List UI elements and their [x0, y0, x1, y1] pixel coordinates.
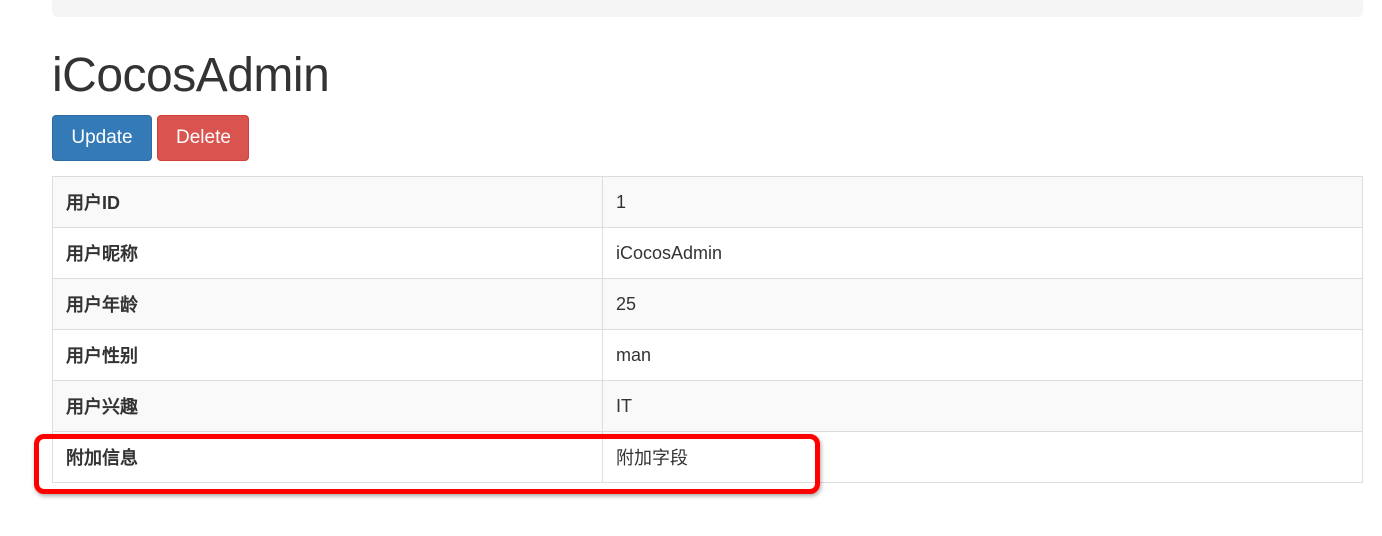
row-label-age: 用户年龄 [52, 278, 603, 330]
update-button[interactable]: Update [52, 115, 152, 161]
page: iCocosAdmin Update Delete 用户ID 1 用户昵称 iC… [0, 0, 1382, 536]
row-label-extra-info: 附加信息 [52, 431, 603, 483]
row-label-nickname: 用户昵称 [52, 227, 603, 279]
row-value-extra-info: 附加字段 [602, 431, 1363, 483]
page-title: iCocosAdmin [52, 49, 330, 102]
row-label-gender: 用户性别 [52, 329, 603, 381]
breadcrumb [52, 0, 1363, 17]
row-label-interest: 用户兴趣 [52, 380, 603, 432]
detail-table: 用户ID 1 用户昵称 iCocosAdmin 用户年龄 25 用户性别 man… [52, 176, 1363, 483]
table-row: 附加信息 附加字段 [52, 431, 1363, 483]
row-value-nickname: iCocosAdmin [602, 227, 1363, 279]
table-row: 用户年龄 25 [52, 278, 1363, 330]
row-value-age: 25 [602, 278, 1363, 330]
table-row: 用户性别 man [52, 329, 1363, 381]
row-value-gender: man [602, 329, 1363, 381]
delete-button[interactable]: Delete [157, 115, 249, 161]
row-label-user-id: 用户ID [52, 176, 603, 228]
table-row: 用户ID 1 [52, 176, 1363, 228]
action-buttons: Update Delete [52, 115, 249, 161]
table-row: 用户昵称 iCocosAdmin [52, 227, 1363, 279]
row-value-interest: IT [602, 380, 1363, 432]
table-row: 用户兴趣 IT [52, 380, 1363, 432]
row-value-user-id: 1 [602, 176, 1363, 228]
